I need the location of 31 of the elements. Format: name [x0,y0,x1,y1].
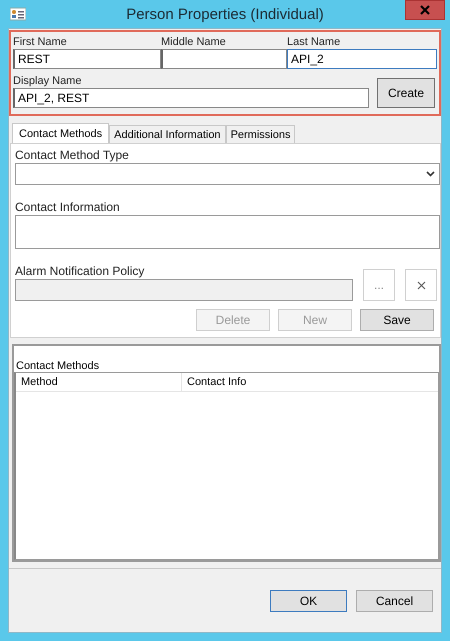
field-label: Contact Method Type [15,148,129,162]
tab[interactable]: Additional Information [109,125,226,143]
close-icon [416,280,426,290]
field-label: Alarm Notification Policy [15,264,144,278]
field-label: First Name [13,36,67,49]
window-title: Person Properties (Individual) [125,6,325,22]
field-label: Last Name [287,36,340,49]
tab[interactable]: Contact Methods [12,123,110,143]
clear-button[interactable] [405,269,437,301]
create-button[interactable]: Create [377,78,435,108]
field-label: Contact Information [15,200,120,214]
list-view[interactable]: Method Contact Info [14,372,439,560]
dropdown-field[interactable] [15,163,440,185]
close-icon [420,5,430,15]
dialog-button[interactable]: OK [270,590,347,612]
field-label: Display Name [13,75,82,88]
text-area[interactable] [15,215,440,249]
column-header[interactable]: Contact Info [182,373,246,391]
contact-card-icon [10,7,26,21]
dialog-button[interactable]: Cancel [356,590,433,612]
action-button[interactable]: Save [360,309,434,331]
text-field[interactable]: REST [13,49,161,69]
close-button[interactable] [405,0,445,20]
field-label: Middle Name [161,36,226,49]
text-field[interactable]: API_2 [287,49,437,69]
text-field[interactable] [161,49,287,69]
tab[interactable]: Permissions [226,125,296,143]
chevron-down-icon [426,171,435,177]
column-header[interactable]: Method [16,373,182,391]
list-title: Contact Methods [15,360,100,372]
display-name-field[interactable]: API_2, REST [13,88,369,108]
